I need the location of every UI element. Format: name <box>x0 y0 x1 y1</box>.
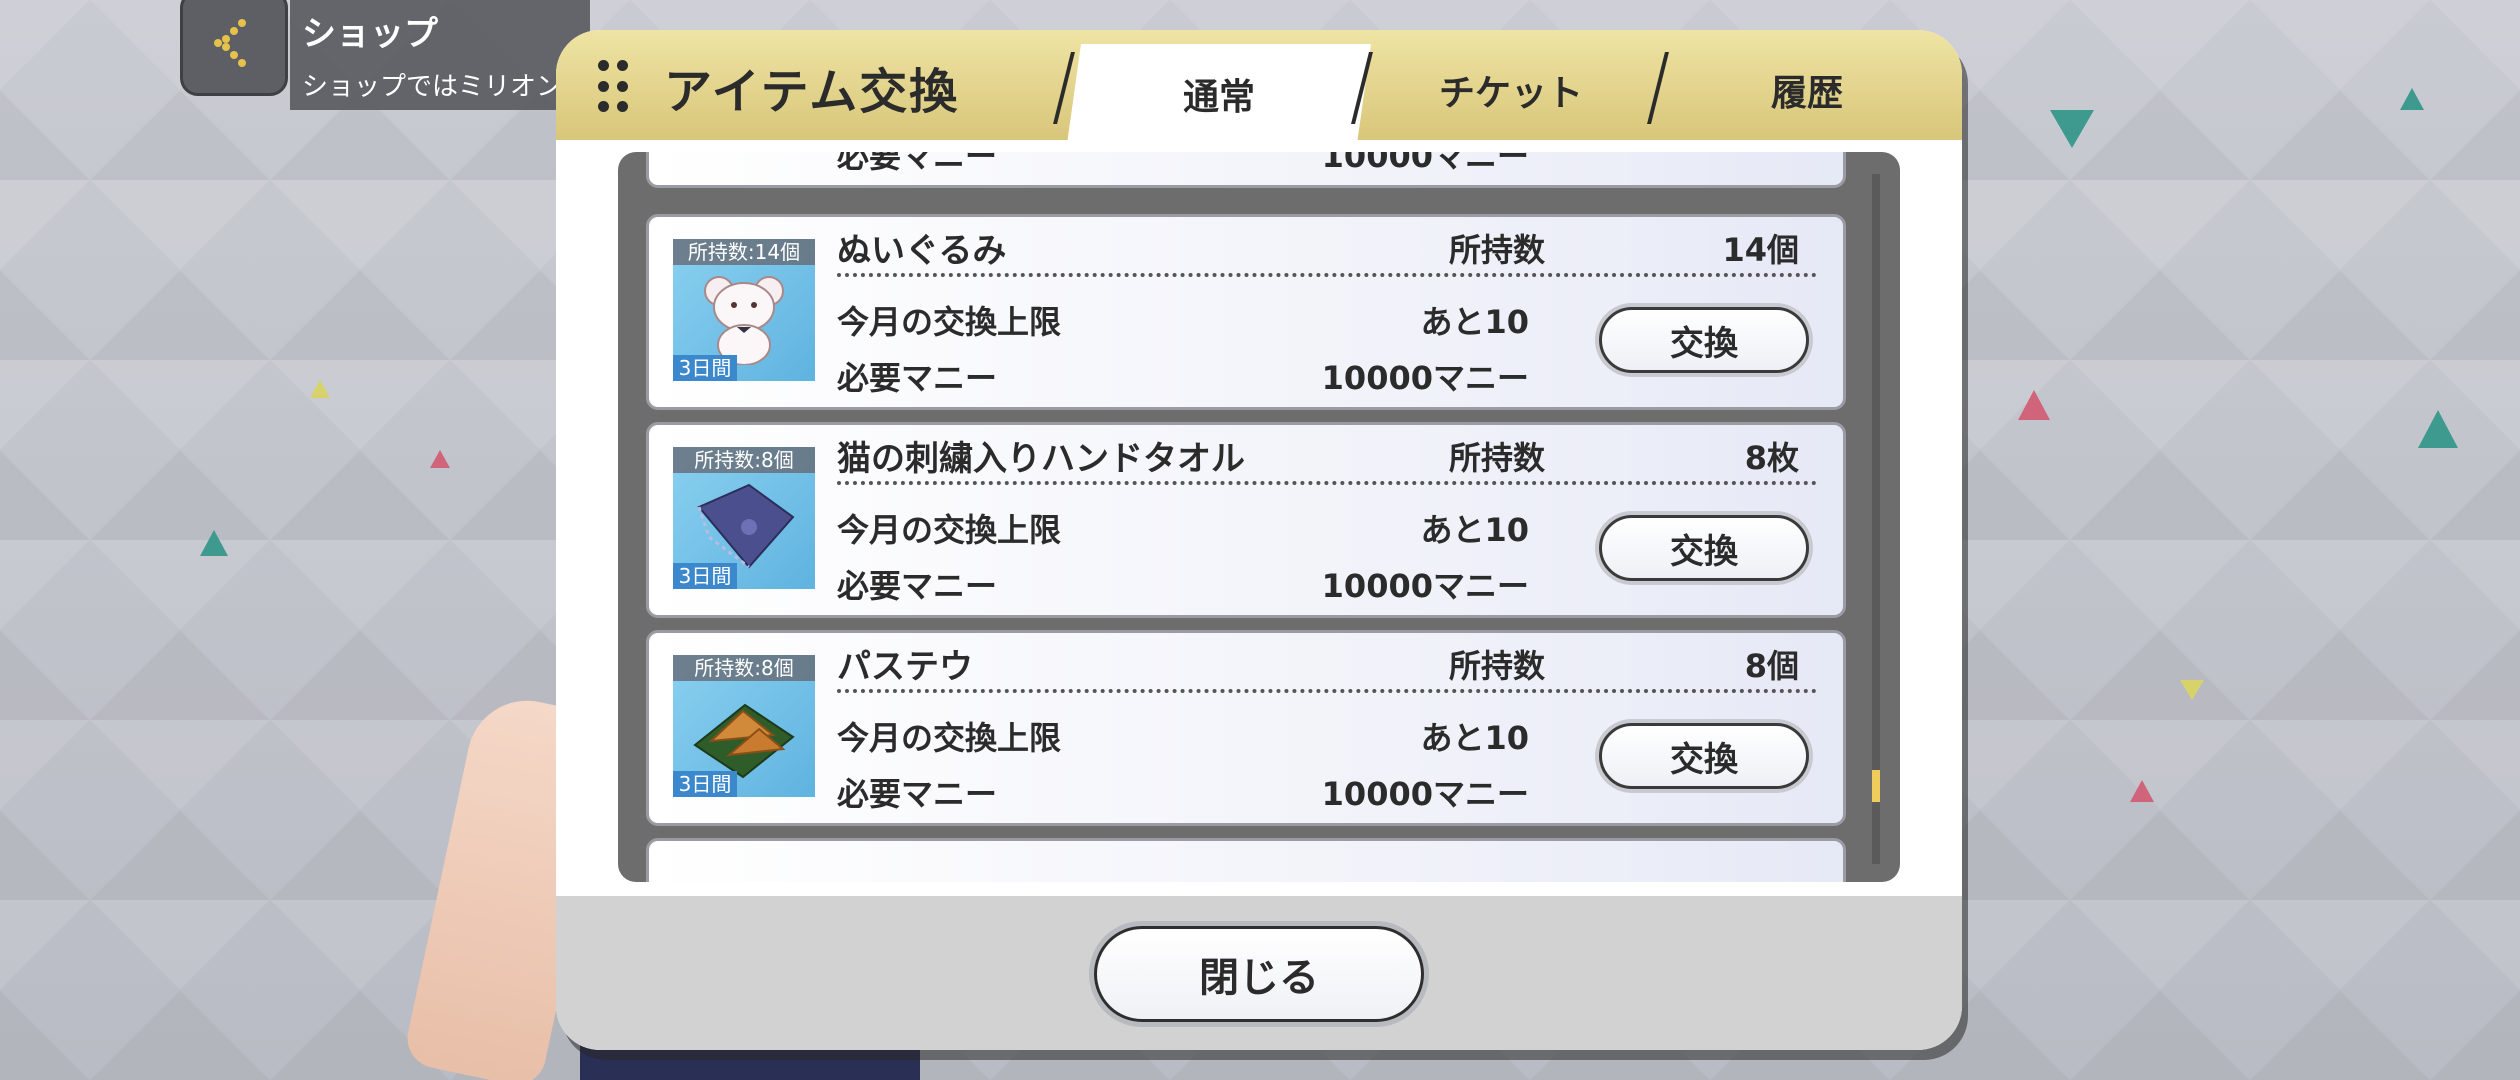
owned-badge: 所持数:8個 <box>673 655 815 681</box>
cost-value: 10000マニー <box>1321 775 1529 813</box>
cost-label: 必要マニー <box>837 359 998 397</box>
list-item <box>646 838 1846 882</box>
list-item: 必要マニー 10000マニー <box>646 152 1846 188</box>
cost-label: 必要マニー <box>837 152 998 175</box>
exchange-button[interactable]: 交換 <box>1599 307 1809 373</box>
item-thumbnail: 所持数:14個 3日間 <box>673 239 815 381</box>
list-item: 所持数:8個 3日間 猫の刺繍入りハンドタオル 所持数 8枚 今月の交換上限 あ… <box>646 422 1846 618</box>
cost-value: 10000マニー <box>1321 567 1529 605</box>
scrollbar-thumb[interactable] <box>1872 770 1880 802</box>
item-thumbnail: 所持数:8個 3日間 <box>673 447 815 589</box>
list-item: 所持数:14個 3日間 ぬいぐるみ 所持数 14個 今月の交換上限 あと10 必… <box>646 214 1846 410</box>
cost-label: 必要マニー <box>837 567 998 605</box>
item-list[interactable]: 必要マニー 10000マニー 所持数:14個 3日間 ぬいぐるみ 所持数 14個 <box>618 152 1900 882</box>
exchange-button[interactable]: 交換 <box>1599 723 1809 789</box>
monthly-limit-label: 今月の交換上限 <box>837 511 1062 549</box>
cost-value: 10000マニー <box>1321 152 1529 175</box>
owned-value: 8個 <box>1744 647 1799 685</box>
tab-label: チケット <box>1438 73 1583 114</box>
close-button[interactable]: 閉じる <box>1094 926 1424 1022</box>
item-name: ぬいぐるみ <box>837 231 1007 271</box>
item-name: パステウ <box>837 647 973 687</box>
divider <box>837 273 1817 277</box>
confetti-triangle <box>2400 88 2424 110</box>
monthly-limit-value: あと10 <box>1420 719 1529 757</box>
tab-label: 通常 <box>1182 77 1255 118</box>
divider <box>837 689 1817 693</box>
owned-label: 所持数 <box>1449 439 1546 477</box>
owned-badge: 所持数:8個 <box>673 447 815 473</box>
owned-label: 所持数 <box>1449 647 1546 685</box>
monthly-limit-value: あと10 <box>1420 511 1529 549</box>
monthly-limit-label: 今月の交換上限 <box>837 303 1062 341</box>
list-item: 所持数:8個 3日間 パステウ 所持数 8個 今月の交換上限 あと10 必要マニ… <box>646 630 1846 826</box>
shop-description: ショップではミリオン <box>302 72 562 102</box>
confetti-triangle <box>2018 390 2050 420</box>
confetti-triangle <box>2180 680 2204 700</box>
confetti-triangle <box>430 450 450 468</box>
chevron-left-icon <box>214 19 246 67</box>
item-name: 猫の刺繍入りハンドタオル <box>837 439 1245 479</box>
pastry-icon <box>693 703 795 779</box>
divider <box>837 481 1817 485</box>
tab-normal[interactable]: 通常 <box>1066 44 1372 144</box>
monthly-limit-label: 今月の交換上限 <box>837 719 1062 757</box>
hand-towel-icon <box>697 483 795 569</box>
cost-value: 10000マニー <box>1321 359 1529 397</box>
monthly-limit-value: あと10 <box>1420 303 1529 341</box>
back-button[interactable] <box>180 0 288 96</box>
confetti-triangle <box>310 380 330 398</box>
confetti-triangle <box>2130 780 2154 802</box>
owned-badge: 所持数:14個 <box>673 239 815 265</box>
duration-badge: 3日間 <box>673 771 737 797</box>
item-exchange-dialog: アイテム交換 通常 チケット 履歴 必要マニー 10000マニー 所持数:14個… <box>556 30 1962 1050</box>
cost-label: 必要マニー <box>837 775 998 813</box>
confetti-triangle <box>2418 410 2458 448</box>
confetti-triangle <box>200 530 228 556</box>
owned-value: 8枚 <box>1744 439 1799 477</box>
dialog-header: アイテム交換 通常 チケット 履歴 <box>556 30 1962 144</box>
owned-label: 所持数 <box>1449 231 1546 269</box>
scrollbar-track[interactable] <box>1872 174 1880 864</box>
duration-badge: 3日間 <box>673 563 737 589</box>
exchange-button[interactable]: 交換 <box>1599 515 1809 581</box>
confetti-triangle <box>2050 110 2094 148</box>
drag-handle-icon <box>598 60 628 116</box>
tab-label: 履歴 <box>1770 73 1843 114</box>
dialog-title: アイテム交換 <box>664 64 960 120</box>
tab-ticket[interactable]: チケット <box>1366 40 1656 140</box>
teddy-bear-icon <box>704 276 784 365</box>
shop-title: ショップ <box>302 14 438 54</box>
owned-value: 14個 <box>1722 231 1799 269</box>
duration-badge: 3日間 <box>673 355 737 381</box>
item-thumbnail: 所持数:8個 3日間 <box>673 655 815 797</box>
tab-history[interactable]: 履歴 <box>1662 40 1952 140</box>
